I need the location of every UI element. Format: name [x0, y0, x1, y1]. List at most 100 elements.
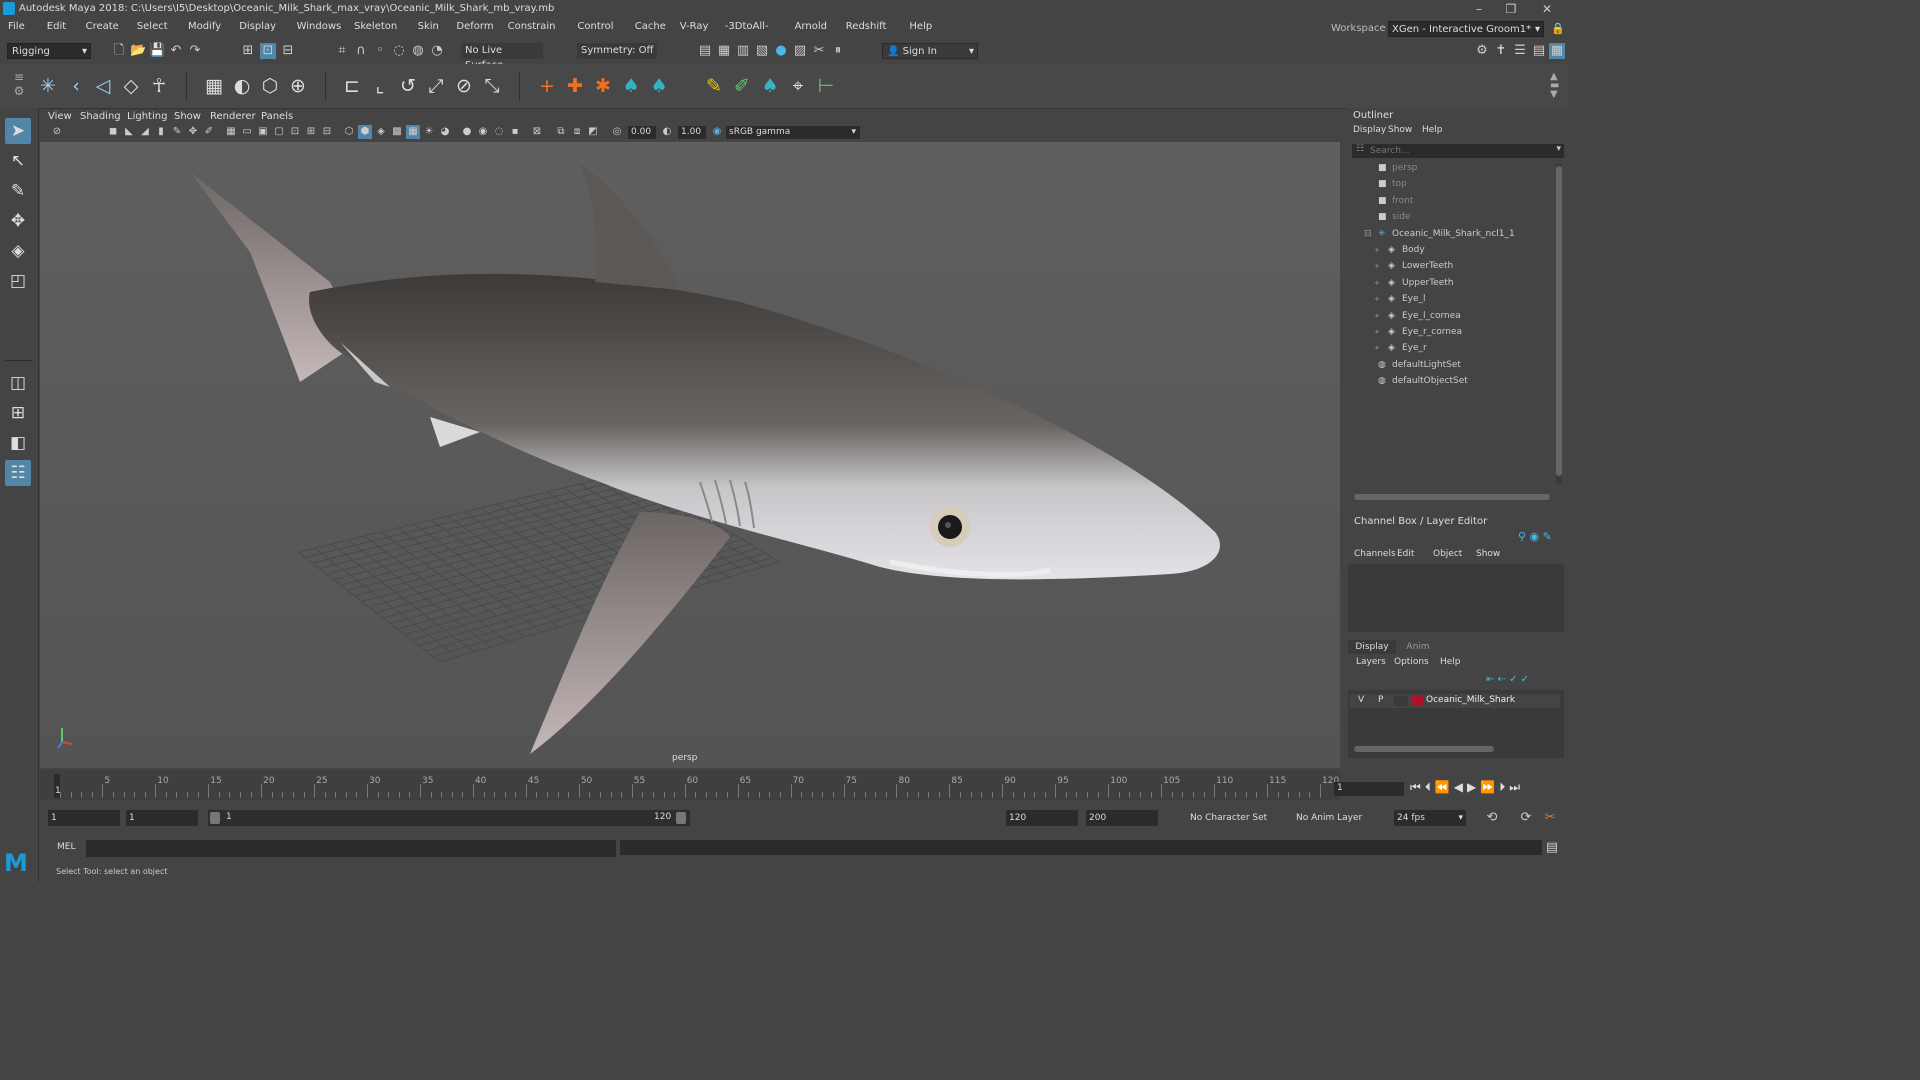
- menu-skin[interactable]: Skin: [418, 21, 439, 32]
- minimize-button[interactable]: –: [1464, 1, 1494, 17]
- range-end-handle[interactable]: [676, 812, 686, 824]
- menu-control[interactable]: Control: [577, 21, 613, 32]
- gate-mask-icon[interactable]: ▢: [272, 125, 286, 139]
- outliner-item[interactable]: ◍ defaultObjectSet: [1350, 373, 1560, 389]
- locator-icon[interactable]: +: [535, 74, 559, 98]
- menu-deform[interactable]: Deform: [456, 21, 493, 32]
- menu-edit[interactable]: Edit: [47, 21, 66, 32]
- safe-title-icon[interactable]: ⊟: [320, 125, 334, 139]
- screen-space-ao-icon[interactable]: ◕: [438, 125, 452, 139]
- shelf-options-icon[interactable]: ≡ ⚙: [4, 70, 34, 102]
- outliner-item[interactable]: + ◈ LowerTeeth: [1350, 258, 1560, 274]
- bind-skin-icon[interactable]: ▦: [202, 74, 226, 98]
- snap-view-icon[interactable]: ◌: [391, 43, 407, 59]
- outliner-layout-icon[interactable]: ☷: [5, 460, 31, 486]
- layer-name[interactable]: Oceanic_Milk_Shark: [1426, 695, 1515, 705]
- camera-attributes-icon[interactable]: ◼: [106, 125, 120, 139]
- menu-select[interactable]: Select: [137, 21, 168, 32]
- pivot-tool-icon[interactable]: ⊢: [814, 74, 838, 98]
- pencil-icon[interactable]: ✐: [202, 125, 216, 139]
- loop-icon[interactable]: ⟲: [1484, 810, 1500, 826]
- channel-box-toolbar-icons[interactable]: ⚲ ◉ ✎: [1518, 530, 1552, 543]
- menu-skeleton[interactable]: Skeleton: [354, 21, 397, 32]
- arnold-render-icon[interactable]: ♠: [647, 74, 671, 98]
- go-to-start-icon[interactable]: ⏮: [1410, 780, 1425, 794]
- color-management-icon[interactable]: ◉: [710, 125, 724, 139]
- menu-redshift[interactable]: Redshift: [846, 21, 887, 32]
- isolate-select-icon[interactable]: ▪: [508, 125, 522, 139]
- outliner-search-input[interactable]: [1370, 144, 1540, 157]
- script-editor-icon[interactable]: ▤: [1544, 840, 1560, 856]
- use-all-lights-icon[interactable]: ▦: [406, 125, 420, 139]
- range-start-handle[interactable]: [210, 812, 220, 824]
- expand-icon[interactable]: +: [1374, 242, 1380, 258]
- expand-icon[interactable]: +: [1374, 291, 1380, 307]
- ik-handle-icon[interactable]: ‹: [64, 74, 88, 98]
- snap-curve-icon[interactable]: ∩: [353, 43, 369, 59]
- blend-shape-icon[interactable]: ✱: [591, 74, 615, 98]
- new-scene-icon[interactable]: 🗋: [111, 43, 127, 59]
- expand-icon[interactable]: +: [1374, 340, 1380, 356]
- rotate-tool-icon[interactable]: ◈: [5, 238, 31, 264]
- menu-v-ray[interactable]: V-Ray: [680, 21, 709, 32]
- layer-playback-toggle[interactable]: P: [1378, 695, 1383, 705]
- start-time-field[interactable]: 1: [48, 810, 120, 826]
- menu-display[interactable]: Display: [239, 21, 276, 32]
- mirror-joint-icon[interactable]: ◇: [119, 74, 143, 98]
- menu-windows[interactable]: Windows: [297, 21, 342, 32]
- image-plane-icon[interactable]: ◢: [138, 125, 152, 139]
- sculpt-icon[interactable]: ✐: [730, 74, 754, 98]
- channel-box-icon[interactable]: ▦: [1549, 43, 1565, 59]
- menu-modify[interactable]: Modify: [188, 21, 221, 32]
- layer-editor-toolbar-icons[interactable]: ⇤ ⇠ ✓ ✓: [1486, 674, 1529, 685]
- viewport-menu-panels[interactable]: Panels: [261, 111, 293, 122]
- menu-set-dropdown[interactable]: Rigging ▾: [7, 43, 91, 59]
- snap-surface-icon[interactable]: ◍: [410, 43, 426, 59]
- vray-icon[interactable]: ✂: [811, 43, 827, 59]
- grease-pencil-icon[interactable]: ✎: [170, 125, 184, 139]
- safe-action-icon[interactable]: ⊞: [304, 125, 318, 139]
- anim-preferences-icon[interactable]: ✂: [1542, 810, 1558, 826]
- point-constraint-icon[interactable]: ⌞: [368, 74, 392, 98]
- close-button[interactable]: ✕: [1532, 1, 1562, 17]
- channel-box-menu-channels[interactable]: Channels: [1354, 549, 1396, 559]
- pan-zoom-icon[interactable]: ✥: [186, 125, 200, 139]
- select-hierarchy-icon[interactable]: ⊞: [240, 43, 256, 59]
- anim-layer-dropdown[interactable]: No Anim Layer: [1296, 813, 1362, 823]
- pin-tool-icon[interactable]: ⌖: [786, 74, 810, 98]
- select-tool-icon[interactable]: ➤: [5, 118, 31, 144]
- anim-start-field[interactable]: 1: [126, 810, 198, 826]
- sign-in-button[interactable]: 👤 Sign In ▾: [882, 43, 978, 59]
- command-input[interactable]: [86, 840, 616, 857]
- outliner-item[interactable]: ■ persp: [1350, 160, 1560, 176]
- ik-spline-icon[interactable]: ◁: [91, 74, 115, 98]
- render-frame-icon[interactable]: ▤: [697, 43, 713, 59]
- lasso-tool-icon[interactable]: ↖: [5, 148, 31, 174]
- channel-box-menu-object[interactable]: Object: [1433, 549, 1462, 559]
- field-chart-icon[interactable]: ⊡: [288, 125, 302, 139]
- menu-file[interactable]: File: [8, 21, 25, 32]
- layer-menu-options[interactable]: Options: [1394, 657, 1429, 667]
- set-key-icon[interactable]: ✎: [702, 74, 726, 98]
- play-backward-icon[interactable]: ◀: [1454, 780, 1467, 794]
- menu-constrain[interactable]: Constrain: [508, 21, 556, 32]
- paint-weights-icon[interactable]: ◐: [230, 74, 254, 98]
- layer-menu-help[interactable]: Help: [1440, 657, 1461, 667]
- expand-icon[interactable]: +: [1374, 275, 1380, 291]
- joint-tool-icon[interactable]: ✳: [36, 74, 60, 98]
- move-tool-icon[interactable]: ✥: [5, 208, 31, 234]
- lattice-icon[interactable]: ⬡: [258, 74, 282, 98]
- shelf-scroll-icon[interactable]: ▲ ▬ ▼: [1550, 72, 1559, 100]
- go-to-end-icon[interactable]: ⏭: [1509, 780, 1524, 794]
- pause-icon[interactable]: ⏸: [830, 43, 846, 59]
- anti-aliasing-icon[interactable]: ◉: [476, 125, 490, 139]
- anim-end-field[interactable]: 200: [1086, 810, 1158, 826]
- camera-select-icon[interactable]: ⊘: [50, 125, 64, 139]
- layer-tab-anim[interactable]: Anim: [1398, 640, 1438, 654]
- snap-grid-icon[interactable]: ⌗: [334, 43, 350, 59]
- exposure-field[interactable]: 0.00: [628, 126, 656, 139]
- fps-dropdown[interactable]: 24 fps ▾: [1394, 810, 1466, 826]
- undo-icon[interactable]: ↶: [168, 43, 184, 59]
- snap-point-icon[interactable]: ◦: [372, 43, 388, 59]
- open-scene-icon[interactable]: 📂: [130, 43, 146, 59]
